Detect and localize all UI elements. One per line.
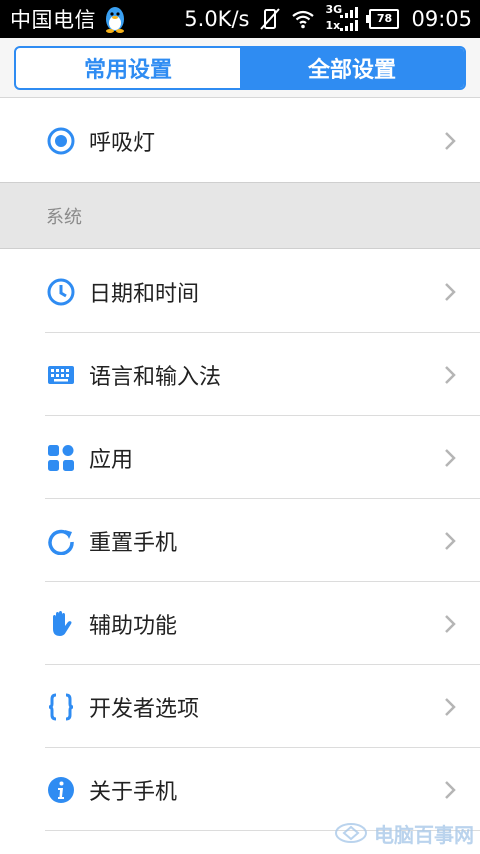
hand-icon [53, 610, 72, 636]
list-item-label: 日期和时间 [89, 281, 200, 307]
list-item-apps[interactable]: 应用 [0, 416, 480, 499]
tab-common-settings[interactable]: 常用设置 [16, 48, 240, 88]
chevron-right-icon [445, 531, 456, 550]
tab-all-settings[interactable]: 全部设置 [240, 48, 464, 88]
chevron-right-icon [445, 697, 456, 716]
section-title: 系统 [46, 207, 82, 228]
list-item-date-time[interactable]: 日期和时间 [0, 250, 480, 333]
reset-icon [48, 529, 74, 555]
section-header-system: 系统 [0, 182, 480, 249]
list-item-label: 关于手机 [89, 779, 178, 805]
network-speed: 5.0K/s [184, 7, 250, 31]
chevron-right-icon [445, 448, 456, 467]
status-bar: 中国电信 5.0K/s 3G 1x 78 09:05 [0, 0, 480, 38]
keyboard-icon [48, 365, 74, 384]
list-item-label: 应用 [89, 447, 134, 473]
list-item-language-input[interactable]: 语言和输入法 [0, 333, 480, 416]
chevron-right-icon [445, 282, 456, 301]
chevron-right-icon [445, 365, 456, 384]
braces-icon [48, 693, 74, 720]
list-item-developer-options[interactable]: 开发者选项 [0, 665, 480, 748]
watermark-text: 电脑百事网 [374, 822, 474, 847]
settings-tab-switch: 常用设置 全部设置 [14, 46, 466, 90]
clock-icon [47, 278, 75, 305]
list-item-breathing-light[interactable]: 呼吸灯 [0, 99, 480, 182]
chevron-right-icon [445, 614, 456, 633]
wifi-icon [292, 10, 315, 29]
chevron-right-icon [445, 780, 456, 799]
qq-penguin-icon [106, 7, 124, 33]
list-item-label: 开发者选项 [89, 696, 200, 722]
list-item-label: 辅助功能 [89, 613, 178, 639]
breathing-light-icon [47, 127, 75, 154]
clock-time: 09:05 [411, 7, 472, 31]
vibrate-off-icon [260, 8, 281, 30]
list-item-reset-phone[interactable]: 重置手机 [0, 499, 480, 582]
apps-icon [48, 444, 74, 471]
network-type-label-2: 1x [325, 19, 341, 32]
list-item-accessibility[interactable]: 辅助功能 [0, 582, 480, 665]
signal-bars-icon [340, 7, 359, 31]
list-item-label: 重置手机 [89, 530, 178, 556]
list-item-label: 语言和输入法 [89, 364, 222, 390]
battery-level: 78 [376, 12, 393, 25]
carrier-name: 中国电信 [10, 8, 96, 32]
chevron-right-icon [445, 131, 456, 150]
info-icon [48, 776, 74, 803]
settings-header: 常用设置 全部设置 [0, 38, 480, 98]
battery-icon: 78 [366, 9, 400, 29]
cell-signal: 3G 1x [325, 3, 359, 33]
watermark-logo-icon [335, 823, 367, 843]
list-item-label: 呼吸灯 [89, 130, 156, 156]
watermark: 电脑百事网 [334, 818, 474, 848]
